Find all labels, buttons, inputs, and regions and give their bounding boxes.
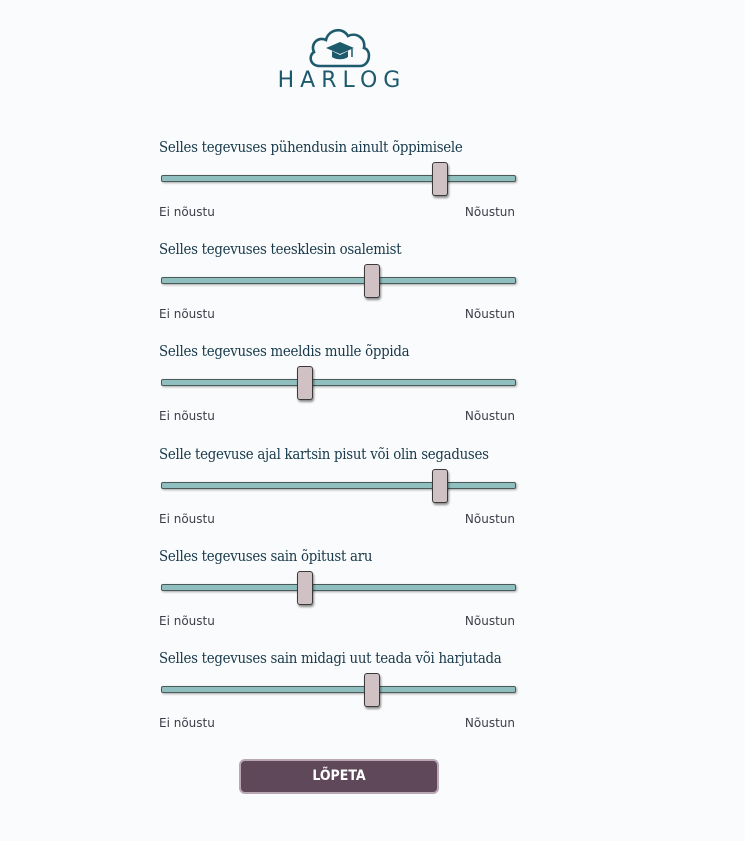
question-label: Selles tegevuses pühendusin ainult õppim…: [159, 140, 463, 156]
scale-min-label: Ei nõustu: [159, 205, 215, 219]
scale-max-label: Nõustun: [464, 512, 515, 526]
slider-track[interactable]: [161, 175, 516, 182]
slider-track[interactable]: [161, 277, 516, 284]
scale-min-label: Ei nõustu: [159, 307, 215, 321]
slider-thumb[interactable]: [431, 469, 448, 503]
slider-thumb[interactable]: [296, 571, 313, 605]
question-label: Selles tegevuses meeldis mulle õppida: [159, 344, 410, 360]
question-label: Selles tegevuses sain midagi uut teada v…: [159, 651, 502, 667]
question-label: Selles tegevuses teesklesin osalemist: [159, 242, 402, 258]
slider-thumb[interactable]: [364, 673, 381, 707]
question-label: Selles tegevuses sain õpitust aru: [159, 549, 373, 565]
slider-track[interactable]: [161, 584, 516, 591]
slider-thumb[interactable]: [364, 264, 381, 298]
logo-text: HARLOG: [277, 68, 407, 93]
finish-button[interactable]: LÕPETA: [239, 759, 439, 794]
slider-thumb[interactable]: [296, 366, 313, 400]
scale-max-label: Nõustun: [464, 205, 515, 219]
question-2: Selles tegevuses teesklesin osalemist Ei…: [159, 242, 521, 342]
harlog-logo: HARLOG: [262, 18, 416, 98]
scale-max-label: Nõustun: [464, 614, 515, 628]
question-6: Selles tegevuses sain midagi uut teada v…: [159, 651, 521, 751]
scale-max-label: Nõustun: [464, 307, 515, 321]
scale-min-label: Ei nõustu: [159, 409, 215, 423]
question-1: Selles tegevuses pühendusin ainult õppim…: [159, 140, 521, 240]
cloud-graduation-cap-icon: [309, 28, 371, 68]
scale-min-label: Ei nõustu: [159, 716, 215, 730]
scale-max-label: Nõustun: [464, 409, 515, 423]
slider-track[interactable]: [161, 482, 516, 489]
scale-min-label: Ei nõustu: [159, 512, 215, 526]
slider-thumb[interactable]: [431, 162, 448, 196]
question-5: Selles tegevuses sain õpitust aru Ei nõu…: [159, 549, 521, 649]
scale-max-label: Nõustun: [464, 716, 515, 730]
slider-track[interactable]: [161, 686, 516, 693]
scale-min-label: Ei nõustu: [159, 614, 215, 628]
slider-track[interactable]: [161, 379, 516, 386]
question-4: Selle tegevuse ajal kartsin pisut või ol…: [159, 447, 521, 547]
question-3: Selles tegevuses meeldis mulle õppida Ei…: [159, 344, 521, 444]
question-label: Selle tegevuse ajal kartsin pisut või ol…: [159, 447, 489, 463]
